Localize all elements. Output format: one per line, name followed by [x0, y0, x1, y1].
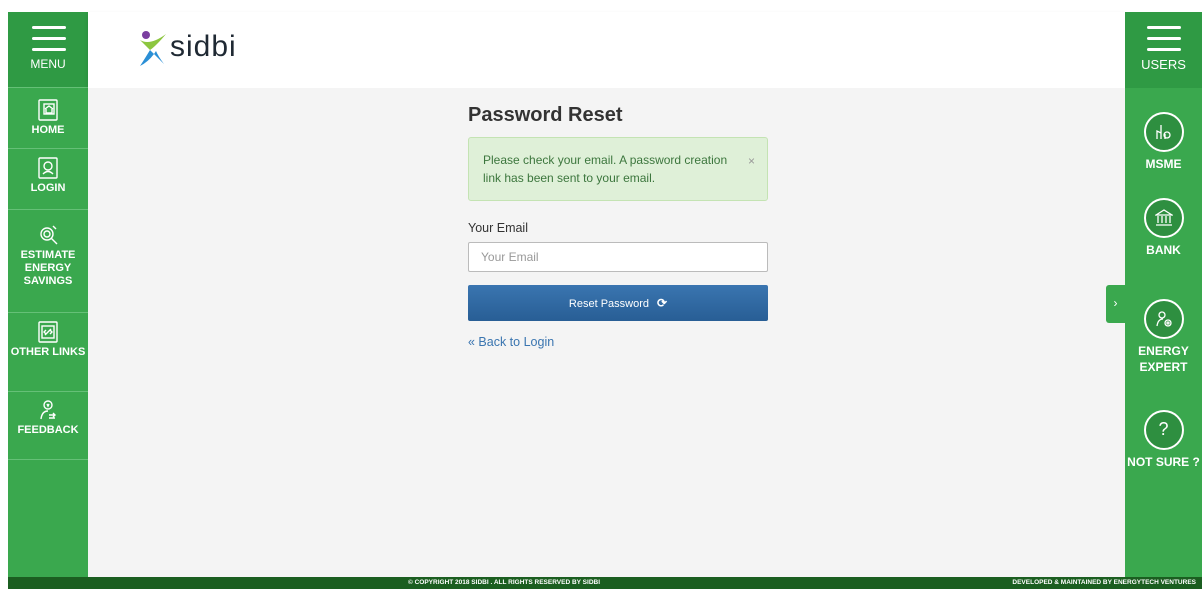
logo-text: sidbi [170, 30, 237, 63]
back-to-login-link[interactable]: « Back to Login [468, 335, 768, 349]
sidebar-item-home[interactable]: HOME [8, 92, 88, 149]
email-field[interactable] [468, 242, 768, 272]
question-icon: ? [1143, 410, 1184, 450]
close-icon[interactable]: × [748, 152, 755, 170]
success-alert: Please check your email. A password crea… [468, 137, 768, 201]
role-msme[interactable]: MSME [1125, 112, 1202, 172]
role-bank[interactable]: BANK [1125, 198, 1202, 258]
email-label: Your Email [468, 221, 528, 235]
role-label: ENERGY EXPERT [1138, 344, 1189, 374]
sidbi-logo[interactable]: sidbi [136, 26, 276, 70]
sidbi-logo-mark-icon [140, 31, 166, 66]
users-toggle[interactable]: USERS [1125, 12, 1202, 88]
copyright-text: © COPYRIGHT 2018 SIDBI . ALL RIGHTS RESE… [408, 579, 601, 586]
sidebar-item-label: OTHER LINKS [10, 346, 86, 358]
role-label: BANK [1146, 243, 1181, 257]
page-title: Password Reset [468, 104, 623, 126]
right-sidebar: USERS MSME BANK ENERGY EXPERT ? NOT SURE… [1125, 12, 1202, 577]
role-energy-expert[interactable]: ENERGY EXPERT [1125, 299, 1202, 375]
footer: © COPYRIGHT 2018 SIDBI . ALL RIGHTS RESE… [8, 577, 1202, 589]
sidebar-item-estimate-energy-savings[interactable]: ESTIMATE ENERGY SAVINGS [8, 211, 88, 313]
hamburger-icon [32, 26, 66, 54]
sidebar-item-label: ESTIMATE ENERGY SAVINGS [20, 249, 76, 287]
expert-icon [1143, 299, 1184, 339]
role-label: NOT SURE ? [1127, 455, 1200, 469]
alert-text: Please check your email. A password crea… [483, 153, 728, 185]
role-not-sure[interactable]: ? NOT SURE ? [1125, 410, 1202, 470]
login-icon [38, 157, 58, 179]
hamburger-icon [1147, 26, 1181, 59]
link-icon [38, 321, 58, 343]
sidebar-item-feedback[interactable]: FEEDBACK [8, 393, 88, 460]
sidebar-item-label: LOGIN [30, 182, 66, 194]
home-icon [38, 99, 58, 121]
menu-label: MENU [30, 57, 66, 71]
users-label: USERS [1141, 57, 1186, 72]
reset-password-label: Reset Password [568, 298, 650, 310]
menu-toggle[interactable]: MENU [8, 12, 88, 88]
sidebar-item-label: FEEDBACK [17, 424, 79, 436]
expand-tab[interactable]: › [1106, 285, 1125, 323]
role-label: MSME [1145, 157, 1182, 171]
password-reset-form: Password Reset Please check your email. … [468, 104, 768, 349]
header: sidbi [88, 12, 1125, 88]
factory-icon [1143, 112, 1184, 152]
magnifier-icon [40, 225, 58, 245]
sidebar-item-label: HOME [31, 124, 65, 136]
refresh-icon: ⟳ [657, 296, 668, 310]
chevron-right-icon: › [1113, 296, 1118, 310]
bank-icon [1143, 198, 1184, 238]
feedback-icon [40, 400, 56, 420]
main-content: Password Reset Please check your email. … [88, 88, 1125, 577]
question-glyph: ? [1158, 419, 1169, 439]
sidebar-item-login[interactable]: LOGIN [8, 150, 88, 210]
left-sidebar: MENU HOME LOGIN ESTIMATE ENERGY SAVINGS … [8, 12, 88, 577]
reset-password-button[interactable]: Reset Password ⟳ [468, 285, 768, 321]
sidebar-item-other-links[interactable]: OTHER LINKS [8, 314, 88, 392]
developer-credit: DEVELOPED & MAINTAINED BY ENERGYTECH VEN… [1012, 579, 1196, 586]
